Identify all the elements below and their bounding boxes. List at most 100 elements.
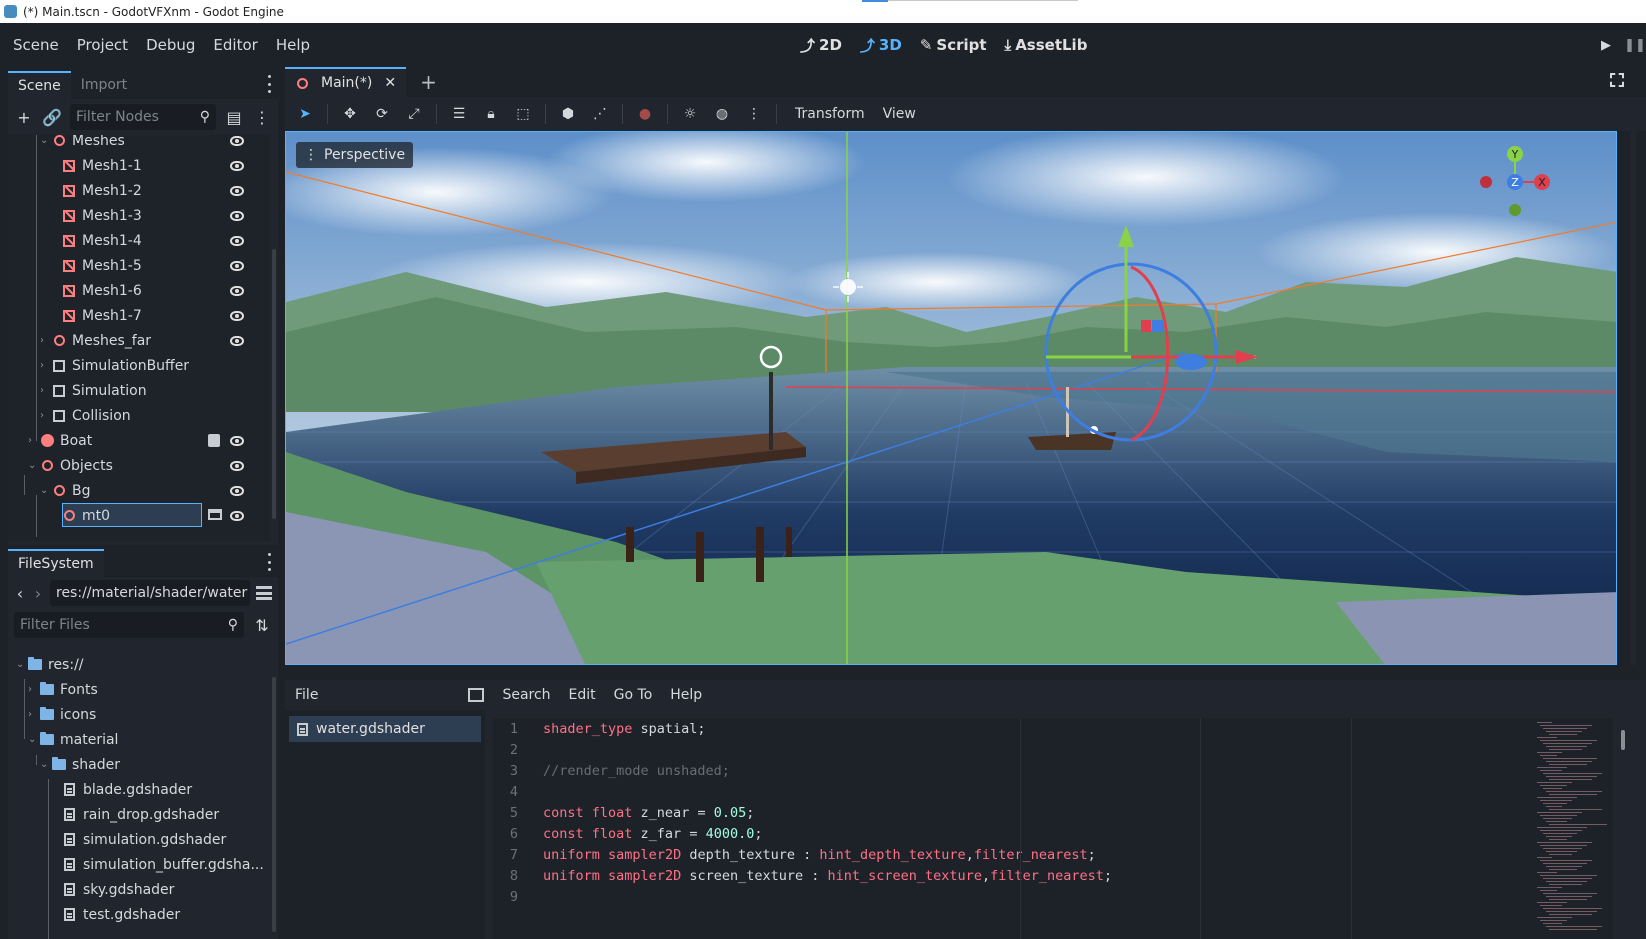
script-menu-edit[interactable]: Edit [569,687,596,703]
code-line[interactable]: 7 uniform sampler2D depth_texture : hint_… [493,844,1096,866]
chevron-down-icon[interactable]: ⌄ [16,659,28,670]
code-line[interactable]: 9 [493,886,543,908]
clapperboard-icon[interactable] [208,509,222,520]
menu-scene[interactable]: Scene [13,36,68,54]
tab-scene[interactable]: Scene [8,71,71,99]
add-scene-tab-icon[interactable]: + [420,70,437,94]
scene-options-icon[interactable]: ⋮ [252,107,272,127]
menu-help[interactable]: Help [276,36,319,54]
menu-editor[interactable]: Editor [213,36,266,54]
fs-row-fonts[interactable]: › Fonts [8,677,270,702]
tree-row-mesh1-6[interactable]: Mesh1-6 [8,278,270,303]
tree-row-mesh1-4[interactable]: Mesh1-4 [8,228,270,253]
chevron-right-icon[interactable]: › [40,410,52,421]
distraction-free-icon[interactable] [1610,73,1624,87]
sort-icon[interactable]: ⇅ [252,615,272,635]
move-tool-icon[interactable]: ✥ [340,104,360,124]
tree-row-simulation[interactable]: › Simulation [8,378,270,403]
chevron-right-icon[interactable]: › [40,360,52,371]
rotate-tool-icon[interactable]: ⟳ [372,104,392,124]
chevron-down-icon[interactable]: ⌄ [40,759,52,770]
chevron-right-icon[interactable]: › [40,335,52,346]
main-screen-3d[interactable]: ⤴ 3D [860,35,902,56]
fs-row-material[interactable]: ⌄ material [8,727,270,752]
visibility-eye-icon[interactable] [230,486,244,496]
code-line[interactable]: 2 [493,739,543,761]
link-icon[interactable]: 🔗 [42,107,62,127]
tree-row-collision[interactable]: › Collision [8,403,270,428]
visibility-eye-icon[interactable] [230,211,244,221]
tree-row-simulation-buffer[interactable]: › SimulationBuffer [8,353,270,378]
open-script-item[interactable]: water.gdshader [289,716,481,742]
view-menu[interactable]: View [883,106,916,122]
code-scrollbar[interactable] [1621,730,1625,750]
tree-row-mesh1-7[interactable]: Mesh1-7 [8,303,270,328]
tree-row-mesh1-5[interactable]: Mesh1-5 [8,253,270,278]
code-line[interactable]: 1 shader_type spatial; [493,718,706,740]
tree-row-objects[interactable]: ⌄ Objects [8,453,270,478]
perspective-menu[interactable]: ⋮ Perspective [296,142,414,168]
toggle-scripts-panel-icon[interactable] [468,688,485,702]
script-attached-icon[interactable] [208,434,220,447]
transform-menu[interactable]: Transform [795,106,865,122]
camera-preview-icon[interactable]: ● [635,104,655,124]
fs-row-test[interactable]: test.gdshader [8,902,270,927]
visibility-eye-icon[interactable] [230,286,244,296]
visibility-eye-icon[interactable] [230,336,244,346]
tree-row-meshes-far[interactable]: › Meshes_far [8,328,270,353]
play-button[interactable]: ▶ [1594,33,1618,57]
group-icon[interactable]: ⬚ [513,104,533,124]
lock-icon[interactable]: 🔒︎ [481,104,501,124]
chevron-right-icon[interactable]: › [40,385,52,396]
code-area[interactable]: 1 shader_type spatial; 2 3 //render_mode uns… [493,718,1543,939]
filter-files-input[interactable]: Filter Files ⚲ [14,612,244,638]
visibility-eye-icon[interactable] [230,186,244,196]
back-icon[interactable]: ‹ [14,583,26,603]
fs-row-rain-drop[interactable]: rain_drop.gdshader [8,802,270,827]
visibility-eye-icon[interactable] [230,236,244,246]
neg-y-axis-icon[interactable] [1509,204,1521,216]
chevron-down-icon[interactable]: ⌄ [28,734,40,745]
local-space-icon[interactable]: ⬢ [558,104,578,124]
forward-icon[interactable]: › [32,583,44,603]
tree-row-mesh1-2[interactable]: Mesh1-2 [8,178,270,203]
tree-row-mesh1-1[interactable]: Mesh1-1 [8,153,270,178]
path-field[interactable]: res://material/shader/water [50,580,250,606]
menu-project[interactable]: Project [77,36,137,54]
code-line[interactable]: 6 const float z_far = 4000.0; [493,823,763,845]
tab-import[interactable]: Import [71,71,137,99]
script-menu-search[interactable]: Search [502,687,550,703]
main-screen-assetlib[interactable]: ⤓ AssetLib [1005,36,1088,54]
code-line[interactable]: 4 [493,781,543,803]
main-screen-2d[interactable]: ⤴ 2D [800,35,842,56]
chevron-right-icon[interactable]: › [28,709,40,720]
filesystem-scrollbar[interactable] [272,677,276,932]
script-menu-file[interactable]: File [295,687,318,703]
tab-filesystem[interactable]: FileSystem [8,549,104,577]
sun-preview-icon[interactable]: ☼ [680,104,700,124]
menu-debug[interactable]: Debug [146,36,204,54]
fs-row-shader[interactable]: ⌄ shader [8,752,270,777]
code-minimap[interactable] [1533,718,1613,939]
code-line[interactable]: 5 const float z_near = 0.05; [493,802,755,824]
main-screen-script[interactable]: ✎ Script [920,36,987,54]
code-line[interactable]: 3 //render_mode unshaded; [493,760,730,782]
list-select-icon[interactable]: ☰ [449,104,469,124]
add-node-icon[interactable]: + [14,107,34,127]
3d-viewport[interactable]: ⋮ Perspective Y X Z [285,131,1617,665]
visibility-eye-icon[interactable] [230,311,244,321]
visibility-eye-icon[interactable] [230,511,244,521]
chevron-down-icon[interactable]: ⌄ [40,485,52,496]
scale-tool-icon[interactable]: ⤢ [404,104,424,124]
attach-script-icon[interactable]: ▤ [224,107,244,127]
visibility-eye-icon[interactable] [230,261,244,271]
visibility-eye-icon[interactable] [230,161,244,171]
visibility-eye-icon[interactable] [230,136,244,146]
fs-row-blade[interactable]: blade.gdshader [8,777,270,802]
pause-button[interactable]: ❚❚ [1624,33,1646,57]
tree-row-mesh1-3[interactable]: Mesh1-3 [8,203,270,228]
fs-row-res[interactable]: ⌄ res:// [8,655,270,677]
fs-row-simulation-buffer[interactable]: simulation_buffer.gdsha... [8,852,270,877]
scene-dock-menu-icon[interactable] [266,75,272,93]
fs-row-icons[interactable]: › icons [8,702,270,727]
